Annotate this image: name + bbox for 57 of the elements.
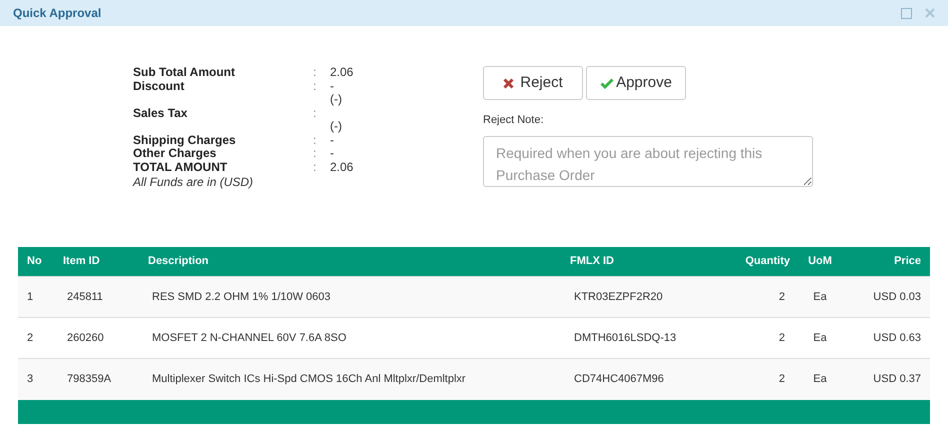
summary-value: - [330, 147, 334, 160]
table-cell: 2 [778, 373, 785, 385]
approve-button[interactable]: Approve [586, 66, 686, 100]
table-cell: 798359A [67, 373, 112, 385]
summary-separator: : [313, 106, 318, 120]
reject-note-field[interactable]: Required when you are about rejecting this Purchase Order [483, 136, 813, 186]
summary-value: - [330, 80, 334, 93]
summary-separator: : [313, 160, 318, 174]
window-title: Quick Approval [13, 5, 102, 22]
summary-label: Sub Total Amount [133, 66, 236, 80]
table-cell: CD74HC4067M96 [574, 373, 664, 385]
table-cell: Ea [813, 332, 827, 344]
table-cell: DMTH6016LSDQ-13 [574, 332, 676, 344]
table-cell: RES SMD 2.2 OHM 1% 1/10W 0603 [152, 290, 331, 303]
summary-separator: : [313, 80, 318, 93]
table-cell: 1 [27, 290, 34, 303]
summary-label: Other Charges [133, 147, 216, 160]
reject-button[interactable]: Reject [483, 66, 583, 100]
column-header: No [18, 246, 63, 276]
table-cell: Multiplexer Switch ICs Hi-Spd CMOS 16Ch Anl Mltplxr/Demltplxr [152, 373, 466, 385]
close-icon[interactable] [925, 8, 935, 18]
column-header: Description [148, 246, 570, 276]
table-cell: USD 0.63 [873, 332, 921, 344]
table-cell: 2 [778, 332, 785, 344]
summary-value: (-) [330, 93, 342, 106]
table-cell: 2 [778, 290, 785, 303]
column-header: Item ID [63, 246, 148, 276]
summary-label: Shipping Charges [133, 134, 237, 147]
summary-separator: : [313, 134, 318, 147]
table-cell: KTR03EZPF2R20 [574, 290, 663, 303]
summary-label: Discount [133, 80, 186, 93]
table-cell: USD 0.03 [873, 290, 921, 303]
table-cell: 260260 [67, 332, 104, 344]
currency-note: All Funds are in (USD) [133, 175, 254, 189]
column-header: Quantity [710, 246, 790, 276]
table-cell: 245811 [67, 290, 103, 303]
cross-icon [503, 78, 514, 88]
summary-label: Sales Tax [133, 106, 188, 120]
table-cell: 2 [27, 332, 34, 344]
column-header: FMLX ID [570, 246, 710, 276]
maximize-icon[interactable] [901, 8, 912, 18]
summary-value: (-) [330, 120, 342, 134]
summary-separator: : [313, 147, 318, 160]
summary-value: 2.06 [330, 160, 354, 174]
check-icon [600, 78, 614, 88]
table-cell: Ea [813, 373, 827, 385]
column-header: UoM [790, 246, 850, 276]
summary-value: - [330, 134, 334, 147]
table-cell: 3 [27, 373, 34, 385]
summary-value: 2.06 [330, 66, 354, 80]
table-cell: MOSFET 2 N-CHANNEL 60V 7.6A 8SO [152, 332, 346, 344]
reject-note-label: Reject Note: [483, 113, 545, 128]
column-header: Price [850, 246, 930, 276]
summary-label: TOTAL AMOUNT [133, 160, 228, 174]
summary-separator: : [313, 66, 318, 80]
table-cell: USD 0.37 [873, 373, 921, 385]
table-cell: Ea [813, 290, 827, 303]
